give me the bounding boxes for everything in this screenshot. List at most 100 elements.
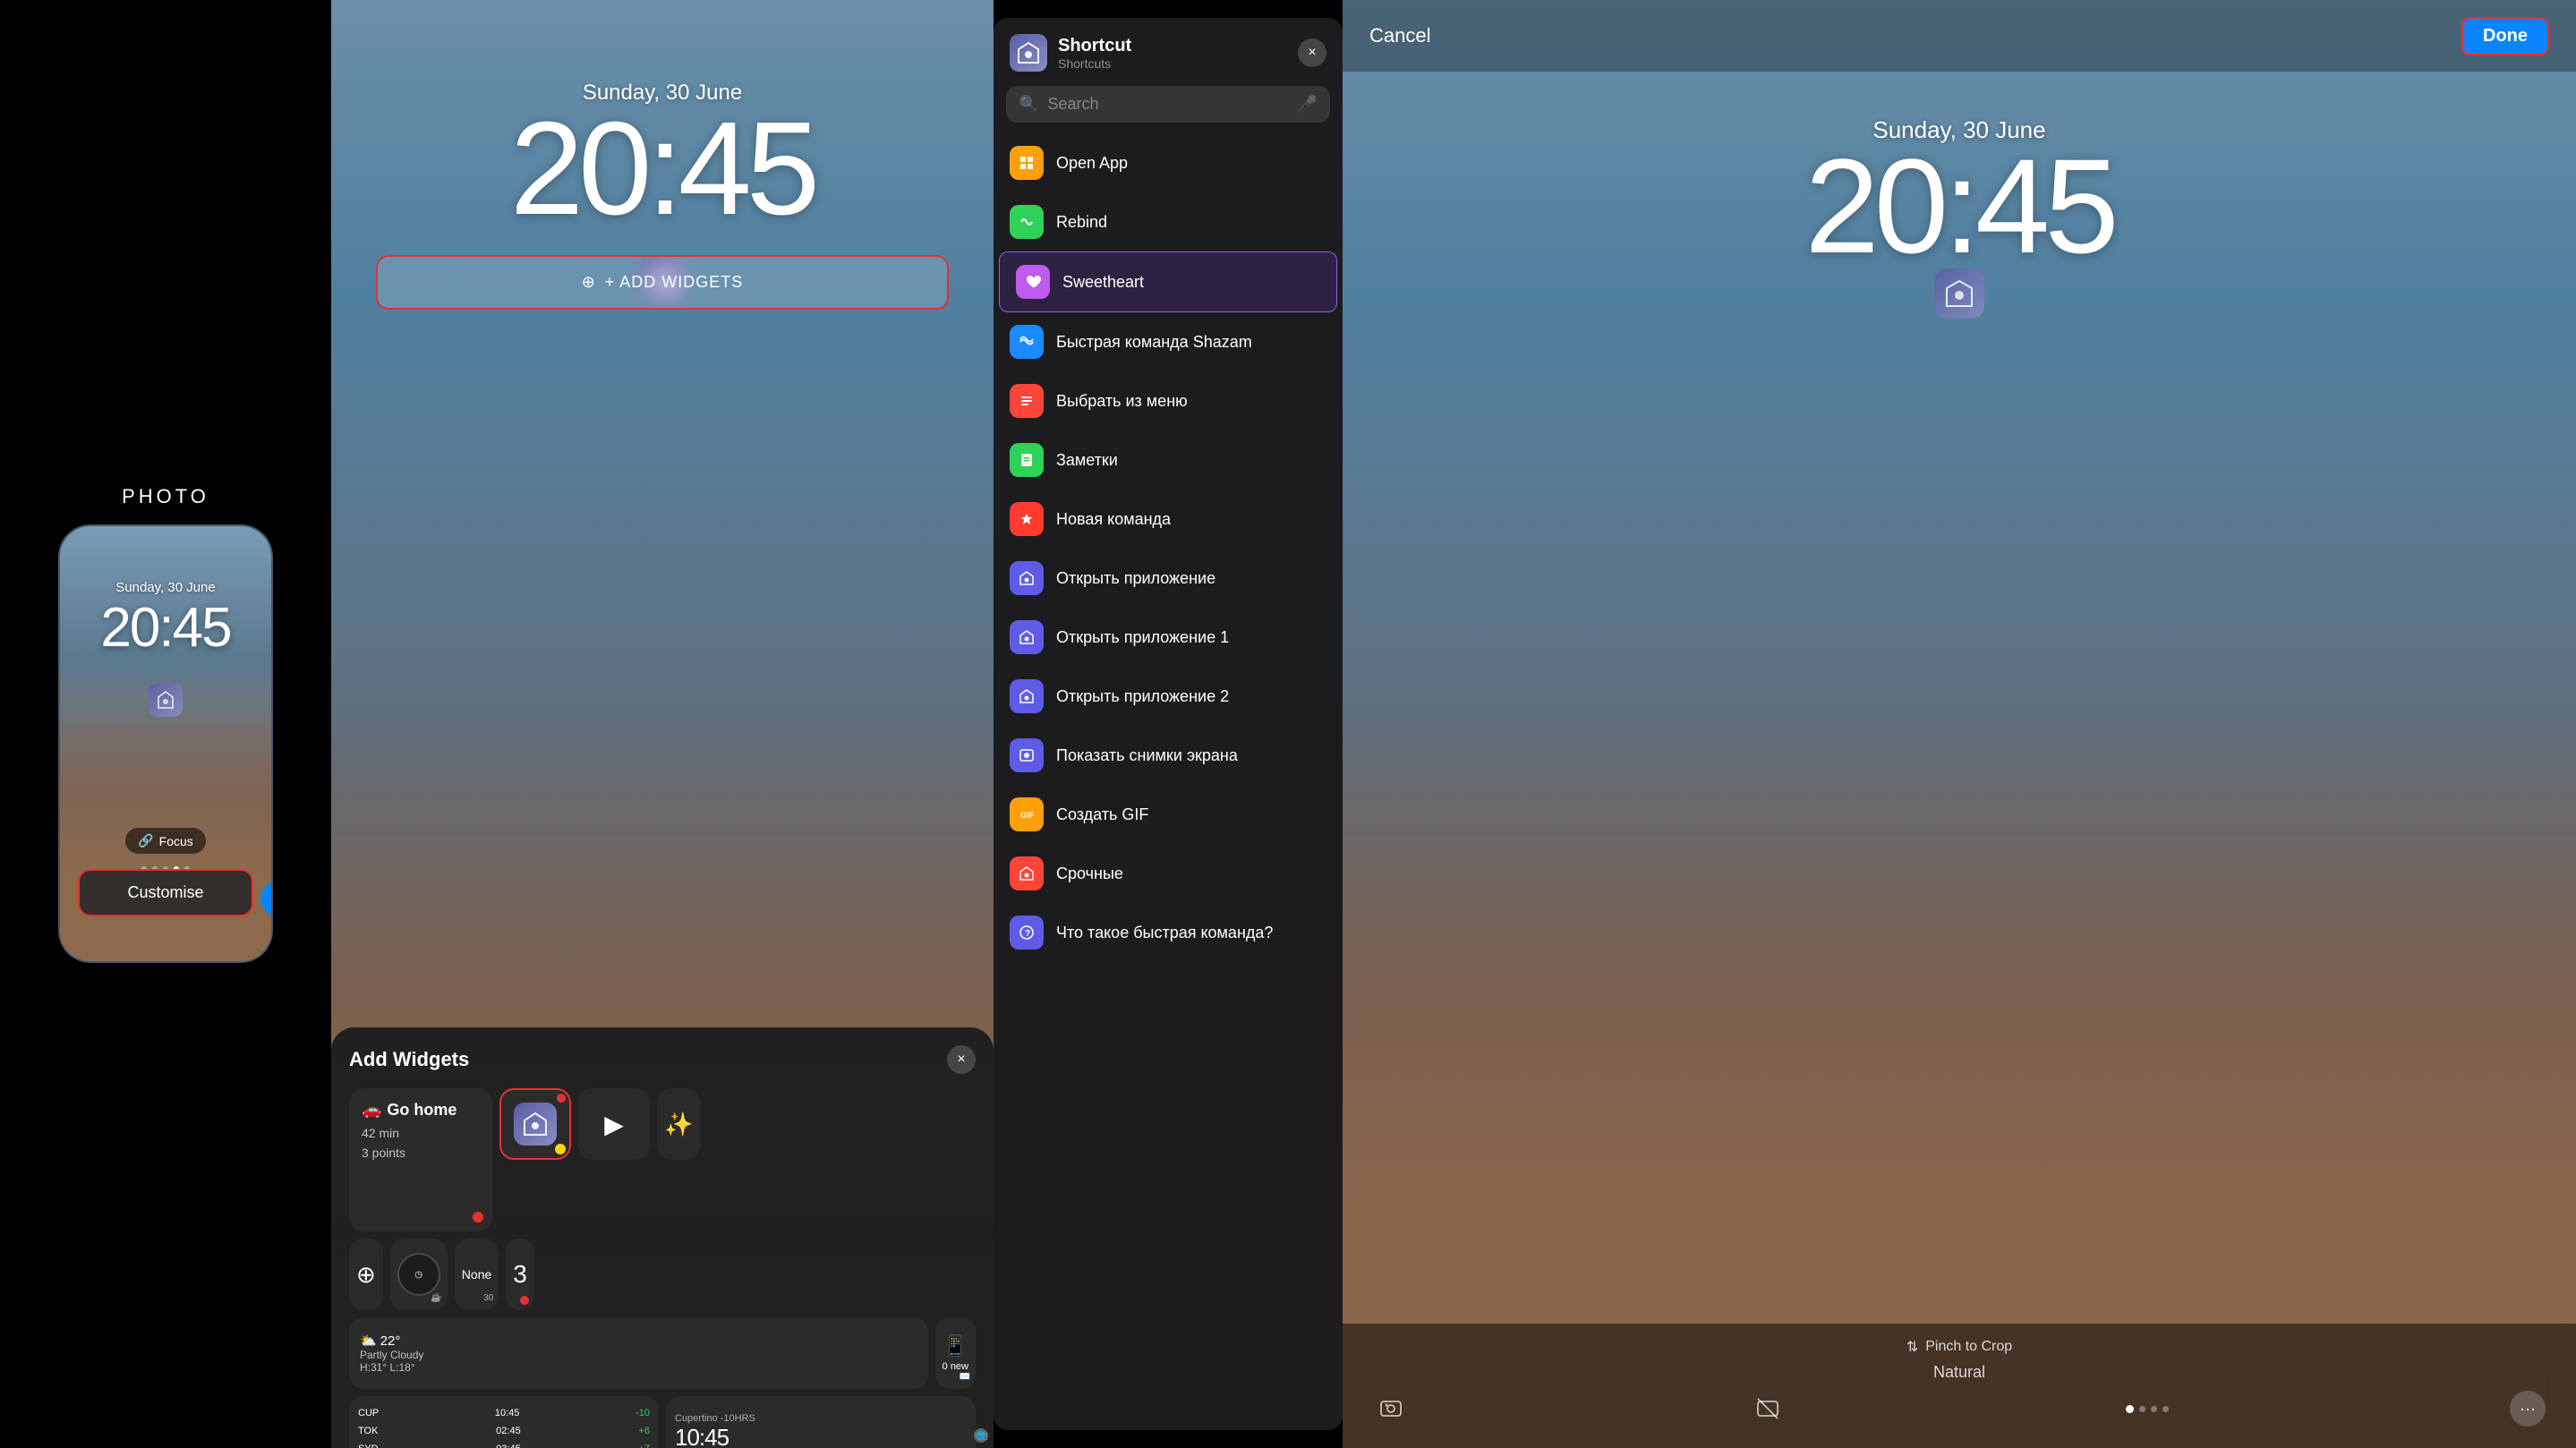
shortcut-item-open-app-1[interactable]: Открыть приложение 1 xyxy=(994,608,1343,667)
panel-title: Add Widgets xyxy=(349,1048,469,1071)
right-shortcuts-icon xyxy=(1934,268,1984,319)
go-home-widget[interactable]: 🚗 Go home 42 min 3 points xyxy=(349,1088,492,1231)
screenshots-label: Показать снимки экрана xyxy=(1056,746,1238,765)
small-phone-time: 20:45 xyxy=(60,596,271,660)
pinch-label: Pinch to Crop xyxy=(1925,1339,2012,1355)
shortcut-item-choose-menu[interactable]: Выбрать из меню xyxy=(994,371,1343,430)
shortcut-item-sweetheart[interactable]: Sweetheart xyxy=(999,251,1337,312)
go-home-points: 3 points xyxy=(362,1143,480,1163)
add-widgets-bar[interactable]: ⊕ + ADD WIDGETS xyxy=(376,255,949,310)
open-app-2-svg xyxy=(1018,687,1036,705)
star-widget[interactable]: ✨ xyxy=(657,1088,700,1160)
shortcuts-list: Open App Rebind Sweetheart xyxy=(994,130,1343,1430)
shortcut-app-name: Shortcut xyxy=(1058,36,1131,56)
world-clock-widget[interactable]: CUP 10:45 -10 TOK 02:45 +6 SYD 03:45 +7 xyxy=(349,1396,659,1448)
tok-diff: +6 xyxy=(638,1423,650,1441)
shortcut-item-what[interactable]: ? Что такое быстрая команда? xyxy=(994,903,1343,962)
count-widget[interactable]: 3 xyxy=(506,1239,534,1310)
shortcut-item-shazam[interactable]: Быстрая команда Shazam xyxy=(994,312,1343,371)
none-widget[interactable]: None 30 xyxy=(455,1239,499,1310)
weather-widget[interactable]: ⛅ 22° Partly Cloudy H:31° L:18° 📷 xyxy=(349,1317,928,1389)
sweetheart-label: Sweetheart xyxy=(1062,273,1144,292)
shortcut-item-open-app-link[interactable]: Открыть приложение xyxy=(994,549,1343,608)
mail-badge: ✉️ xyxy=(960,1367,970,1384)
shortcuts-close-button[interactable]: × xyxy=(1298,38,1326,67)
shortcuts-search-bar: 🔍 🎤 xyxy=(1006,86,1330,123)
mic-icon[interactable]: 🎤 xyxy=(1298,95,1318,114)
shortcut-item-notes[interactable]: Заметки xyxy=(994,430,1343,490)
cup-diff: -10 xyxy=(635,1405,650,1423)
shortcut-item-open-app-2[interactable]: Открыть приложение 2 xyxy=(994,667,1343,726)
rebind-icon xyxy=(1010,205,1044,239)
shortcuts-app-svg xyxy=(1017,41,1040,64)
cup-time: 10:45 xyxy=(495,1405,520,1423)
right-header: Cancel Done xyxy=(1343,0,2576,72)
add-widget[interactable]: ⊕ xyxy=(349,1239,383,1310)
widgets-row-1: 🚗 Go home 42 min 3 points xyxy=(349,1088,976,1231)
shortcut-item-gif[interactable]: GIF Создать GIF xyxy=(994,785,1343,844)
shortcut-item-urgent[interactable]: Срочные xyxy=(994,844,1343,903)
go-home-title: 🚗 Go home xyxy=(362,1101,480,1120)
screenshots-svg xyxy=(1018,746,1036,764)
page-indicator-dots xyxy=(2126,1405,2169,1413)
weather-desc: Partly Cloudy xyxy=(360,1349,917,1361)
play-widget[interactable]: ▶ xyxy=(578,1088,650,1160)
pinch-to-crop-text: ⇅ Pinch to Crop xyxy=(1364,1338,2555,1356)
shortcuts-close-icon: × xyxy=(1308,45,1316,61)
shazam-label: Быстрая команда Shazam xyxy=(1056,333,1252,352)
open-app-icon xyxy=(1010,146,1044,180)
shortcuts-widget-highlighted[interactable] xyxy=(499,1088,571,1160)
shortcut-item-new[interactable]: Новая команда xyxy=(994,490,1343,549)
car-icon: 🚗 xyxy=(362,1101,381,1120)
small-phone-date: Sunday, 30 June xyxy=(60,580,271,595)
more-button[interactable]: ··· xyxy=(2510,1391,2546,1427)
what-icon: ? xyxy=(1010,916,1044,950)
shazam-svg xyxy=(1018,333,1036,351)
plus-circle-icon: ⊕ xyxy=(582,273,596,292)
open-app-link-svg xyxy=(1018,569,1036,587)
syd-diff: +7 xyxy=(638,1441,650,1448)
done-button[interactable]: Done xyxy=(2461,17,2549,55)
focus-link-icon: 🔗 xyxy=(138,833,153,848)
syd-row: SYD 03:45 +7 xyxy=(358,1441,650,1448)
shortcut-item-open-app[interactable]: Open App xyxy=(994,133,1343,192)
cup-label: CUP xyxy=(358,1405,379,1423)
panel-close-button[interactable]: × xyxy=(947,1045,976,1074)
shortcut-item-rebind[interactable]: Rebind xyxy=(994,192,1343,251)
search-input[interactable] xyxy=(1047,95,1288,114)
rebind-label: Rebind xyxy=(1056,213,1107,232)
cupertino-time: 10:45 xyxy=(675,1424,967,1448)
screenshots-icon xyxy=(1010,738,1044,772)
small-phone-frame: Sunday, 30 June 20:45 🔗 Focus Customise xyxy=(58,524,273,963)
yellow-star-badge xyxy=(555,1144,566,1154)
open-app-link-icon xyxy=(1010,561,1044,595)
right-time: 20:45 xyxy=(1343,139,2576,273)
shortcut-item-screenshots[interactable]: Показать снимки экрана xyxy=(994,726,1343,785)
open-app-2-label: Открыть приложение 2 xyxy=(1056,687,1229,706)
no-photo-svg xyxy=(1756,1397,1779,1420)
photo-tool-icon[interactable] xyxy=(1373,1391,1409,1427)
panel-close-icon: × xyxy=(957,1052,965,1068)
open-app-1-icon xyxy=(1010,620,1044,654)
urgent-icon xyxy=(1010,856,1044,890)
shortcuts-icon-container xyxy=(60,683,271,717)
nav-dot-2 xyxy=(2139,1406,2145,1412)
svg-text:?: ? xyxy=(1025,929,1030,939)
open-app-link-label: Открыть приложение xyxy=(1056,569,1215,588)
main-phone-section: Sunday, 30 June 20:45 ⊕ + ADD WIDGETS Ad… xyxy=(331,0,994,1448)
right-shortcuts-svg xyxy=(1944,278,1975,309)
phone-battery-widget[interactable]: 📱 0 new ✉️ xyxy=(935,1317,976,1389)
cup-clock-widget[interactable]: ◷ ☕ xyxy=(390,1239,448,1310)
cancel-button[interactable]: Cancel xyxy=(1369,24,1430,47)
customise-button[interactable]: Customise xyxy=(78,869,253,916)
tok-label: TOK xyxy=(358,1423,378,1441)
shortcuts-app-icon xyxy=(1010,34,1047,72)
cupertino-clock-widget[interactable]: Cupertino -10HRS 10:45 🌐 xyxy=(666,1396,976,1448)
ellipsis-icon: ··· xyxy=(2520,1400,2536,1418)
search-icon: 🔍 xyxy=(1019,95,1038,114)
shortcuts-icon-small xyxy=(149,683,183,717)
urgent-svg xyxy=(1018,865,1036,882)
no-photo-tool-icon[interactable] xyxy=(1750,1391,1786,1427)
shazam-icon xyxy=(1010,325,1044,359)
shortcuts-title-row: Shortcut Shortcuts xyxy=(1010,34,1131,72)
